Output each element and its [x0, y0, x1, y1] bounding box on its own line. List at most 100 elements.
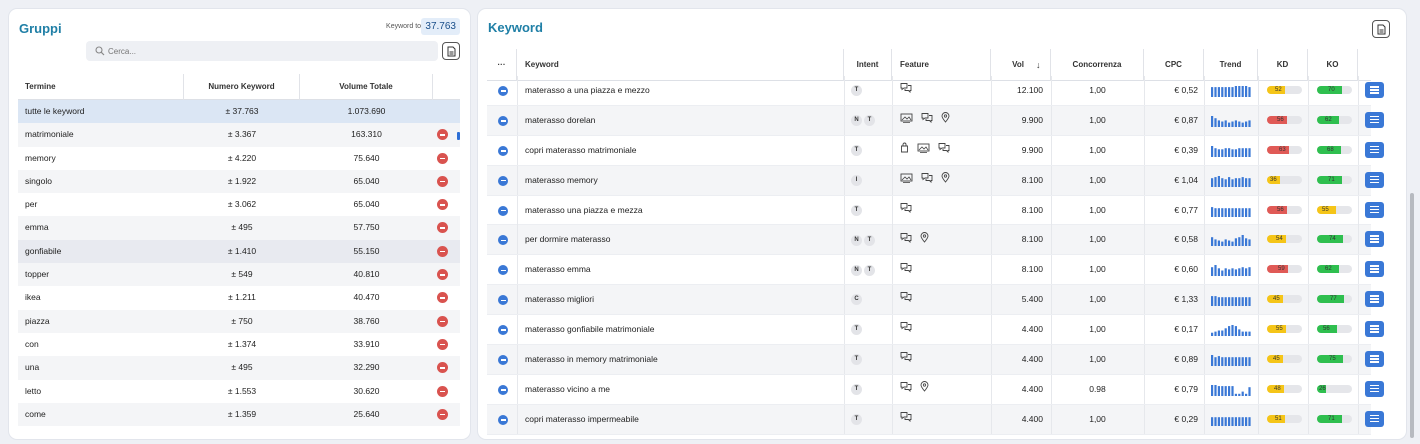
keyword-row[interactable]: materasso emma N T 8.100 1,00 € 0,60 59 62 [487, 255, 1384, 286]
remove-group-icon[interactable] [437, 269, 448, 281]
keyword-menu-button[interactable] [1365, 291, 1384, 308]
group-row[interactable]: singolo ± 1.922 65.040 [18, 169, 460, 194]
group-keyword-count: ± 1.374 [227, 338, 257, 349]
search-input[interactable] [108, 44, 428, 58]
col-volume-totale[interactable]: Volume Totale [300, 74, 433, 100]
keyword-row[interactable]: materasso a una piazza e mezzo T 12.100 1,0… [487, 76, 1384, 106]
remove-keyword-icon[interactable] [498, 86, 508, 96]
col-numero-keyword[interactable]: Numero Keyword [184, 74, 300, 100]
remove-group-icon[interactable] [437, 199, 448, 211]
keyword-text[interactable]: per dormire materasso [525, 225, 843, 254]
remove-group-icon[interactable] [437, 222, 448, 234]
group-row[interactable]: memory ± 4.220 75.640 [18, 147, 460, 170]
trend-bar [1217, 386, 1220, 396]
remove-group-icon[interactable] [437, 408, 448, 420]
group-row[interactable]: una ± 495 32.290 [18, 356, 460, 380]
export-groups-button[interactable] [442, 42, 460, 60]
col-termine[interactable]: Termine [18, 74, 184, 100]
group-row[interactable]: come ± 1.359 25.640 [18, 402, 460, 427]
search-box[interactable] [86, 41, 438, 61]
intent-cell: T [851, 345, 891, 374]
keyword-menu-button[interactable] [1365, 410, 1384, 427]
keyword-menu-button[interactable] [1365, 380, 1384, 397]
remove-keyword-icon[interactable] [498, 145, 508, 156]
keyword-menu-button[interactable] [1365, 141, 1384, 158]
intent-badge: T [851, 145, 862, 157]
remove-keyword-icon[interactable] [498, 414, 508, 425]
intent-cell: T [851, 375, 891, 404]
trend-sparkline [1211, 355, 1251, 367]
remove-group-icon[interactable] [437, 152, 448, 164]
group-volume: 75.640 [353, 152, 380, 163]
group-row[interactable]: ikea ± 1.211 40.470 [18, 286, 460, 309]
keyword-row[interactable]: materasso una piazza e mezza T 8.100 1,00 € … [487, 195, 1384, 226]
keyword-text[interactable]: materasso memory [525, 166, 843, 195]
kd-bar: 48 [1267, 384, 1302, 393]
group-row[interactable]: topper ± 549 40.810 [18, 263, 460, 287]
trend-bar [1238, 268, 1241, 277]
export-keywords-button[interactable] [1372, 20, 1390, 38]
volume-value: 5.400 [1021, 294, 1043, 305]
group-row[interactable]: emma ± 495 57.750 [18, 216, 460, 240]
keyword-text[interactable]: materasso una piazza e mezza [525, 196, 843, 225]
keyword-text[interactable]: materasso vicino a me [525, 375, 843, 404]
keyword-menu-button[interactable] [1365, 201, 1384, 218]
remove-keyword-icon[interactable] [498, 384, 508, 395]
keyword-menu-button[interactable] [1365, 111, 1384, 128]
trend-bar [1217, 356, 1220, 367]
keyword-row[interactable]: materasso memory I 8.100 1,00 € 1,04 36 71 [487, 165, 1384, 196]
keyword-row[interactable]: materasso gonfiabile matrimoniale T 4.400 1… [487, 315, 1384, 346]
group-row[interactable]: con ± 1.374 33.910 [18, 333, 460, 356]
volume-value: 4.400 [1021, 383, 1043, 394]
remove-keyword-icon[interactable] [498, 355, 508, 366]
group-row[interactable]: gonfiabile ± 1.410 55.150 [18, 239, 460, 264]
group-row[interactable]: piazza ± 750 38.760 [18, 309, 460, 333]
keyword-row[interactable]: materasso vicino a me T 4.400 0.98 € 0,79 48 2… [487, 374, 1384, 405]
keyword-text[interactable]: copri materasso impermeabile [525, 405, 843, 434]
group-row[interactable]: per ± 3.062 65.040 [18, 193, 460, 216]
keyword-text[interactable]: materasso gonfiabile matrimoniale [525, 315, 843, 344]
remove-keyword-icon[interactable] [498, 175, 508, 186]
remove-group-icon[interactable] [437, 315, 448, 327]
keyword-scrollbar[interactable] [1410, 193, 1414, 438]
keyword-row[interactable]: copri materasso impermeabile T 4.400 1,00 € … [487, 404, 1384, 435]
keyword-menu-button[interactable] [1365, 351, 1384, 368]
trend-bar [1211, 115, 1214, 127]
keyword-row[interactable]: copri materasso matrimoniale T 9.900 1,00 € … [487, 135, 1384, 166]
remove-keyword-icon[interactable] [498, 115, 508, 126]
trend-bar [1214, 207, 1217, 217]
keyword-menu-button[interactable] [1365, 321, 1384, 338]
keyword-row[interactable]: materasso dorelan N T 9.900 1,00 € 0,87 56 62 [487, 105, 1384, 136]
remove-keyword-icon[interactable] [498, 325, 508, 336]
remove-group-icon[interactable] [437, 175, 448, 187]
remove-keyword-icon[interactable] [498, 235, 508, 246]
remove-group-icon[interactable] [437, 385, 448, 397]
keyword-menu-button[interactable] [1365, 82, 1384, 98]
keyword-menu-button[interactable] [1365, 171, 1384, 188]
keyword-row[interactable]: materasso in memory matrimoniale T 4.400 1,… [487, 345, 1384, 375]
keyword-text[interactable]: materasso migliori [525, 285, 843, 314]
keyword-text[interactable]: materasso emma [525, 255, 843, 284]
chat-bubbles-icon [921, 166, 933, 195]
keyword-row[interactable]: materasso migliori C 5.400 1,00 € 1,33 45 77 [487, 285, 1384, 316]
remove-keyword-icon[interactable] [498, 205, 508, 216]
keyword-menu-button[interactable] [1365, 231, 1384, 248]
remove-keyword-icon[interactable] [498, 265, 508, 276]
remove-keyword-icon[interactable] [498, 295, 508, 306]
groups-scrollbar[interactable] [457, 132, 460, 140]
remove-group-icon[interactable] [437, 292, 448, 304]
keyword-text[interactable]: materasso dorelan [525, 106, 843, 135]
keyword-row[interactable]: per dormire materasso N T 8.100 1,00 € 0,58 54… [487, 225, 1384, 256]
trend-bar [1228, 416, 1231, 426]
remove-group-icon[interactable] [437, 245, 448, 257]
remove-group-icon[interactable] [437, 362, 448, 374]
group-row[interactable]: matrimoniale ± 3.367 163.310 [18, 123, 460, 147]
remove-group-icon[interactable] [437, 129, 448, 141]
remove-group-icon[interactable] [437, 338, 448, 350]
keyword-text[interactable]: materasso in memory matrimoniale [525, 345, 843, 374]
group-row[interactable]: letto ± 1.553 30.620 [18, 380, 460, 403]
keyword-text[interactable]: copri materasso matrimoniale [525, 136, 843, 165]
group-row[interactable]: tutte le keyword ± 37.763 1.073.690 [18, 100, 460, 124]
keyword-menu-button[interactable] [1365, 261, 1384, 278]
keyword-text[interactable]: materasso a una piazza e mezzo [525, 76, 843, 105]
